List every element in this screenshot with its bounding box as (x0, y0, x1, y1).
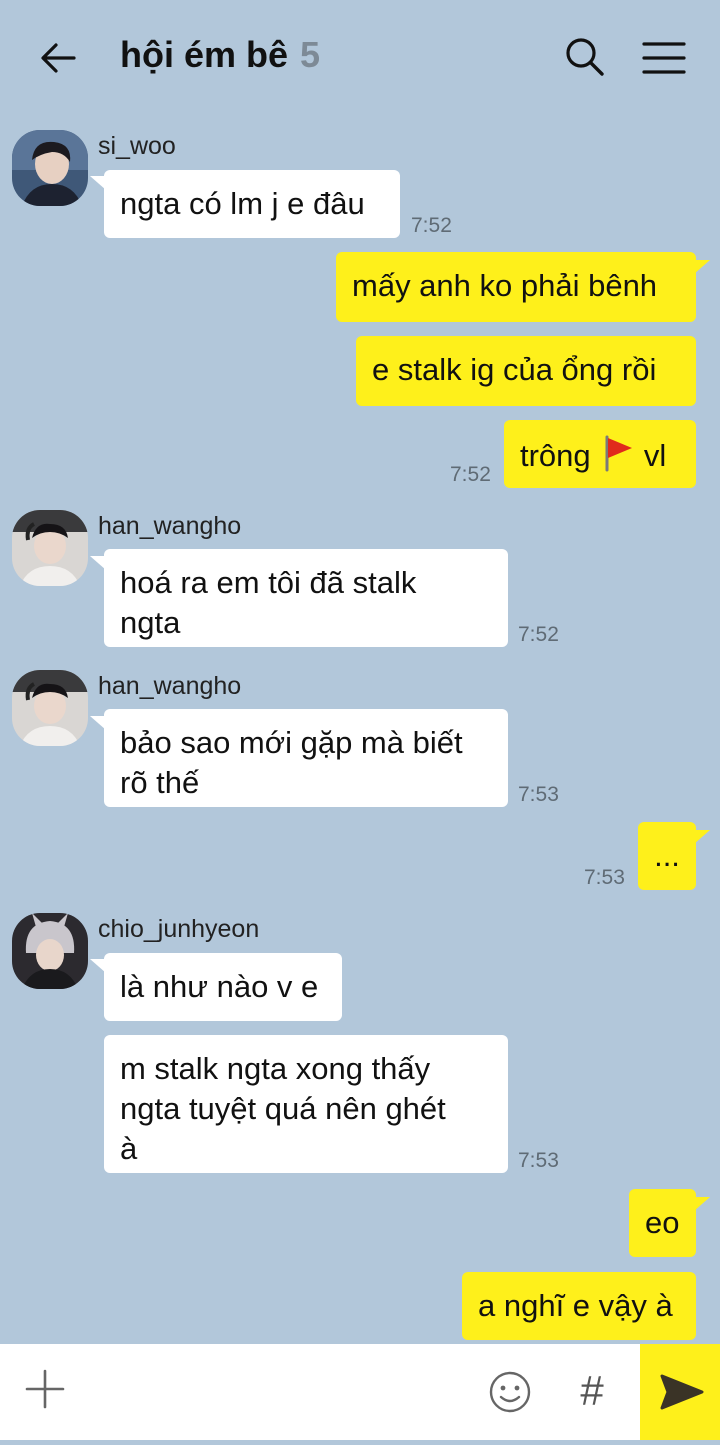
sender-name: si_woo (98, 132, 176, 160)
avatar-si-woo[interactable] (12, 130, 88, 206)
message-bubble-outgoing[interactable]: trông vl (504, 420, 696, 488)
avatar-image (12, 510, 88, 586)
message-bubble-incoming[interactable]: hoá ra em tôi đã stalk ngta (104, 549, 508, 647)
message-text: là như nào v e (120, 969, 319, 1004)
bubble-tail (694, 260, 710, 274)
message-text: ngta có lm j e đâu (120, 186, 365, 221)
avatar-han-wangho[interactable] (12, 510, 88, 586)
back-button[interactable] (36, 36, 80, 80)
message-text: ngta (120, 605, 181, 640)
chat-title: hội ém bê 5 (120, 34, 320, 84)
message-time: 7:52 (450, 463, 491, 486)
message-text: à (120, 1131, 138, 1166)
message-text: vl (643, 438, 667, 474)
chat-header: hội ém bê 5 (0, 0, 720, 118)
message-bubble-outgoing[interactable]: ... (638, 822, 696, 890)
message-text: mấy anh ko phải bênh (352, 268, 658, 303)
sender-name: han_wangho (98, 672, 242, 700)
arrow-left-icon (41, 43, 76, 73)
message-bubble-outgoing[interactable]: mấy anh ko phải bênh (336, 252, 696, 322)
sender-name: han_wangho (98, 512, 242, 540)
avatar-image (12, 670, 88, 746)
message-time: 7:52 (518, 623, 559, 646)
search-button[interactable] (562, 34, 608, 80)
room-name: hội ém bê (120, 34, 289, 75)
message-bubble-outgoing[interactable]: eo (629, 1189, 696, 1257)
red-flag-emoji (599, 434, 635, 482)
message-time: 7:53 (518, 783, 559, 806)
smiley-icon (489, 1371, 531, 1413)
message-input[interactable] (84, 1358, 474, 1426)
bubble-tail (694, 830, 710, 844)
message-text: trông (520, 438, 591, 474)
plus-icon (25, 1369, 65, 1409)
message-time: 7:52 (411, 214, 452, 237)
avatar-image (12, 130, 88, 206)
avatar-chio-junhyeon[interactable] (12, 913, 88, 989)
message-text: e stalk ig của ổng rồi (372, 352, 657, 387)
message-input-bar: # (0, 1344, 720, 1440)
message-time: 7:53 (584, 866, 625, 889)
message-text: bảo sao mới gặp mà biết (120, 725, 463, 760)
message-text: ... (654, 838, 680, 873)
search-icon (566, 38, 604, 76)
message-text: rõ thế (120, 765, 200, 800)
send-button[interactable] (640, 1344, 720, 1440)
bubble-tail (694, 1197, 710, 1211)
send-arrow-icon (660, 1374, 704, 1410)
message-bubble-outgoing[interactable]: a nghĩ e vậy à (462, 1272, 696, 1340)
attach-button[interactable] (22, 1366, 68, 1412)
hamburger-menu-icon (642, 42, 686, 74)
message-bubble-incoming[interactable]: bảo sao mới gặp mà biết rõ thế (104, 709, 508, 807)
message-text: eo (645, 1205, 680, 1240)
message-time: 7:53 (518, 1149, 559, 1172)
menu-button[interactable] (640, 36, 688, 80)
avatar-image (12, 913, 88, 989)
message-text: m stalk ngta xong thấy (120, 1051, 431, 1086)
message-text: a nghĩ e vậy à (478, 1288, 673, 1323)
message-text: ngta tuyệt quá nên ghét (120, 1091, 446, 1126)
message-bubble-incoming[interactable]: m stalk ngta xong thấy ngta tuyệt quá nê… (104, 1035, 508, 1173)
message-bubble-outgoing[interactable]: e stalk ig của ổng rồi (356, 336, 696, 406)
message-text: hoá ra em tôi đã stalk (120, 565, 417, 600)
avatar-han-wangho[interactable] (12, 670, 88, 746)
member-count: 5 (300, 34, 321, 75)
message-bubble-incoming[interactable]: là như nào v e (104, 953, 342, 1021)
emoji-button[interactable] (486, 1368, 534, 1416)
message-bubble-incoming[interactable]: ngta có lm j e đâu (104, 170, 400, 238)
hashtag-button[interactable]: # (572, 1366, 612, 1416)
sender-name: chio_junhyeon (98, 915, 260, 943)
